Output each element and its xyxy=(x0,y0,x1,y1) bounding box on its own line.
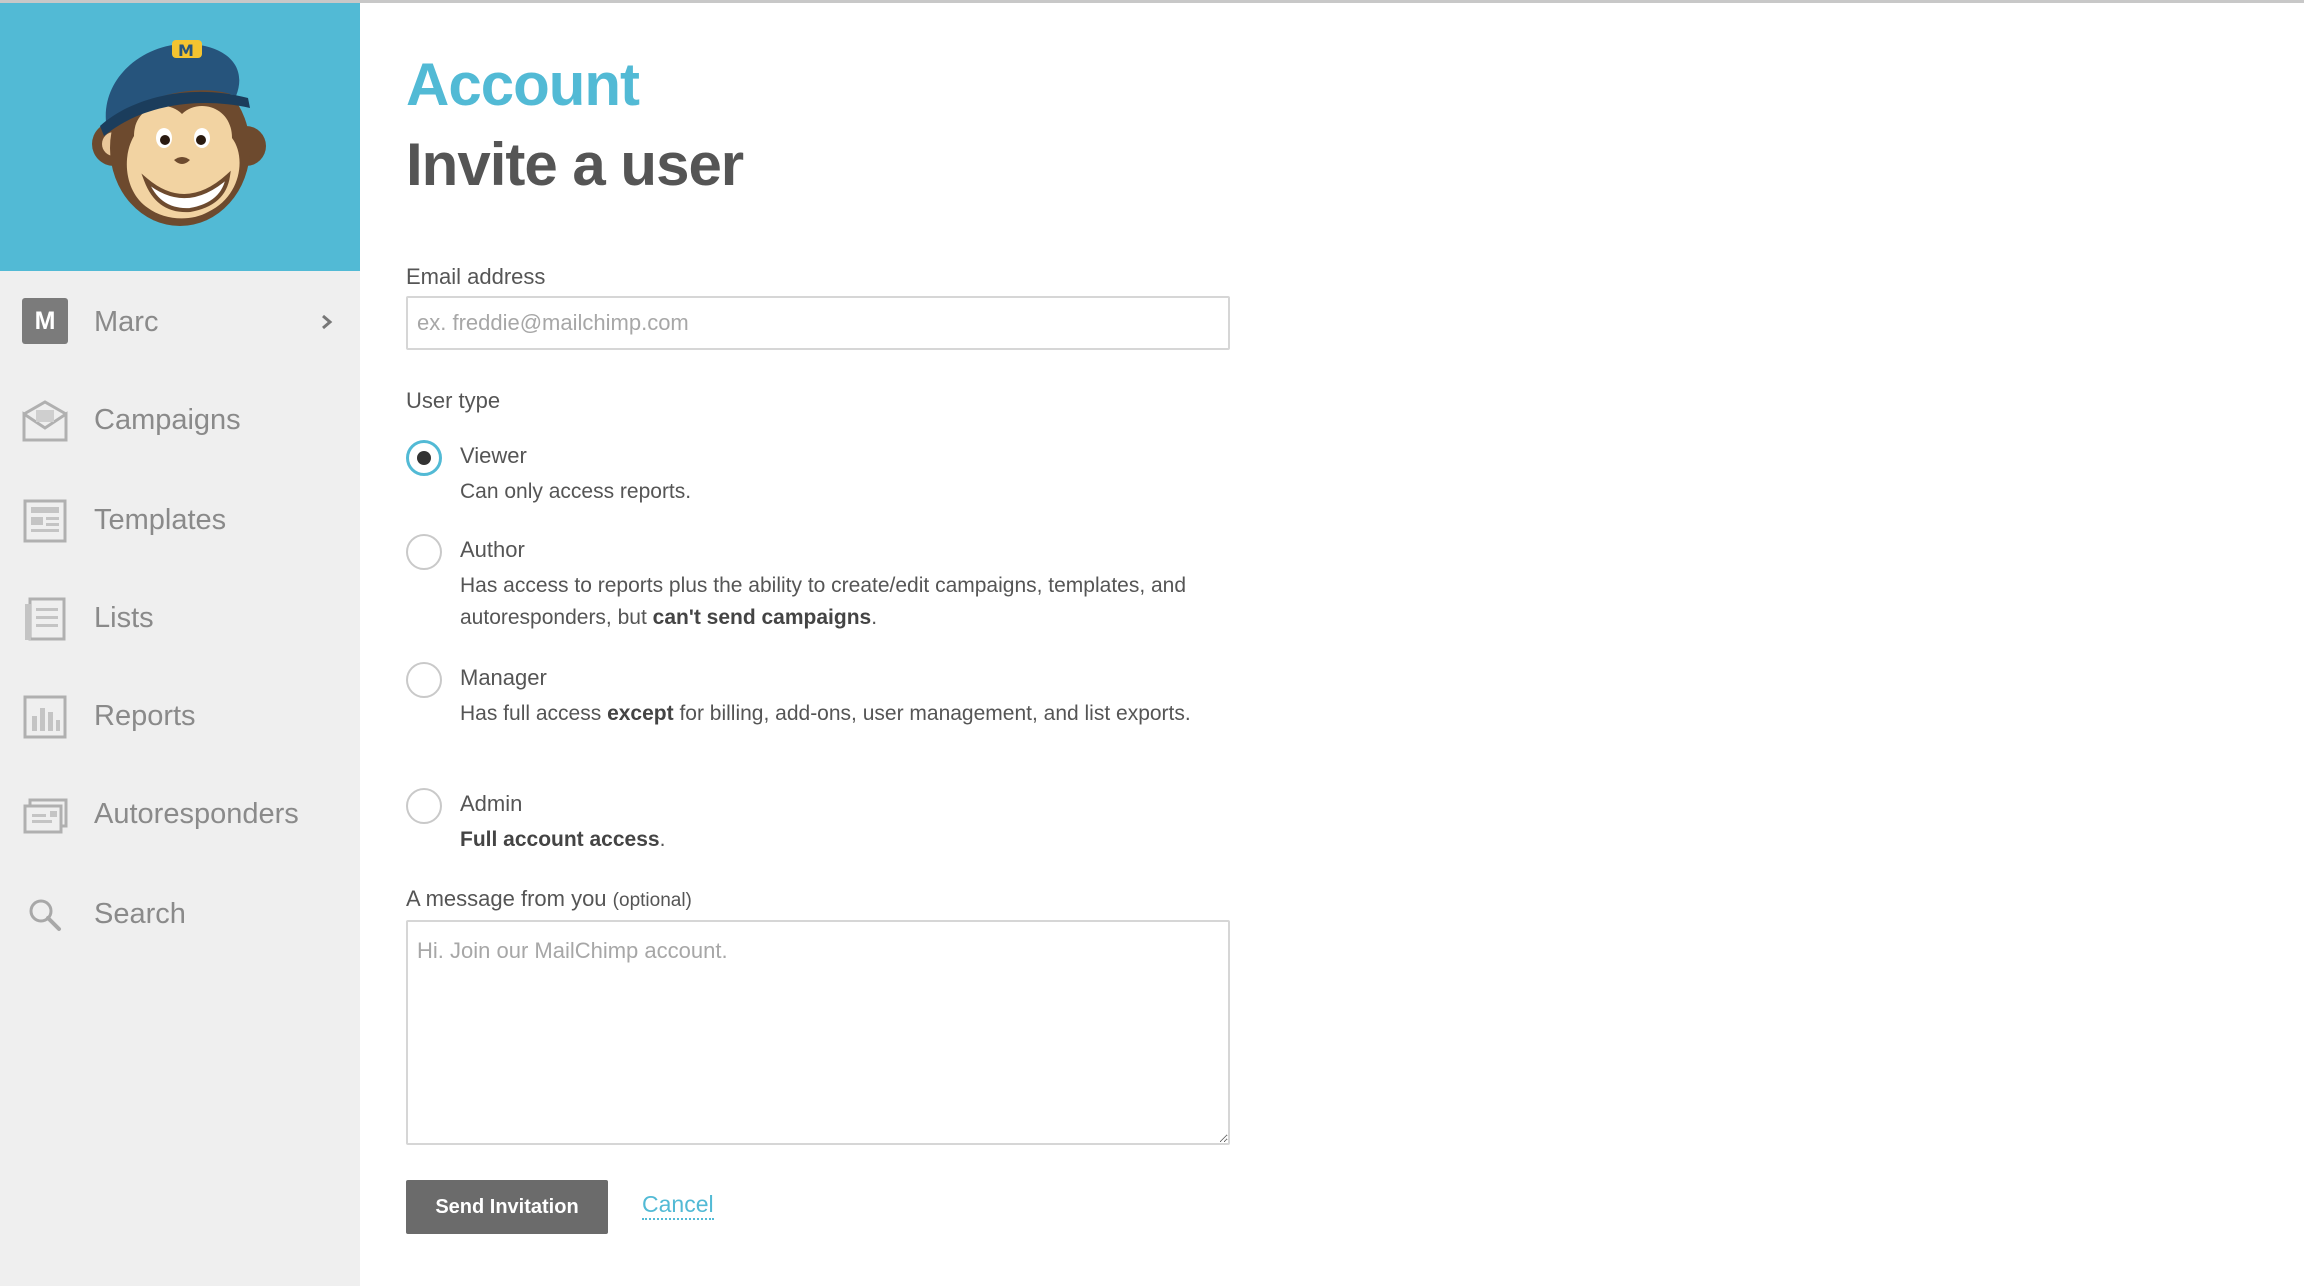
sidebar-item-label: Search xyxy=(94,898,186,930)
radio-manager[interactable] xyxy=(406,662,442,698)
radio-author[interactable] xyxy=(406,534,442,570)
top-border xyxy=(0,0,2304,3)
sidebar-item-search[interactable]: Search xyxy=(0,874,360,954)
radio-viewer-description: Can only access reports. xyxy=(460,480,692,503)
radio-viewer[interactable] xyxy=(406,440,442,476)
radio-admin[interactable] xyxy=(406,788,442,824)
logo-header[interactable]: M xyxy=(0,0,360,271)
message-field[interactable] xyxy=(406,920,1230,1145)
radio-viewer-label: Viewer xyxy=(460,443,527,468)
email-field[interactable] xyxy=(406,296,1230,350)
radio-admin-label: Admin xyxy=(460,791,523,816)
bar-chart-icon xyxy=(23,695,67,739)
radio-author-description: Has access to reports plus the ability t… xyxy=(460,574,1187,629)
user-menu[interactable]: M Marc xyxy=(0,282,360,362)
sidebar-item-label: Campaigns xyxy=(94,404,241,436)
svg-text:M: M xyxy=(178,41,194,60)
optional-hint: (optional) xyxy=(612,890,692,911)
user-name: Marc xyxy=(94,306,159,338)
radio-author-label: Author xyxy=(460,537,525,562)
sidebar: M M Marc Campaigns Templates Lists Repor… xyxy=(0,0,360,1286)
envelope-icon xyxy=(22,400,68,442)
radio-admin-description: Full account access. xyxy=(460,828,666,851)
sidebar-item-lists[interactable]: Lists xyxy=(0,578,360,658)
sidebar-item-templates[interactable]: Templates xyxy=(0,480,360,560)
sidebar-item-label: Reports xyxy=(94,700,196,732)
page-title: Invite a user xyxy=(406,131,744,198)
list-icon xyxy=(25,597,66,641)
sidebar-item-label: Lists xyxy=(94,602,154,634)
cancel-link[interactable]: Cancel xyxy=(642,1190,714,1220)
send-invitation-button[interactable]: Send Invitation xyxy=(406,1180,608,1234)
user-type-label: User type xyxy=(406,388,501,413)
sidebar-item-reports[interactable]: Reports xyxy=(0,676,360,756)
search-icon xyxy=(29,899,61,931)
radio-manager-description: Has full access except for billing, add-… xyxy=(460,702,1191,725)
sidebar-item-autoresponders[interactable]: Autoresponders xyxy=(0,774,360,854)
autoresponder-icon xyxy=(23,798,68,834)
sidebar-item-label: Templates xyxy=(94,504,227,536)
section-title: Account xyxy=(406,51,640,118)
freddie-logo-icon: M xyxy=(92,40,266,226)
email-label: Email address xyxy=(406,264,546,289)
message-label: A message from you (optional) xyxy=(406,886,692,911)
chevron-right-icon xyxy=(322,314,333,330)
sidebar-item-label: Autoresponders xyxy=(94,798,299,830)
avatar: M xyxy=(22,298,68,344)
template-icon xyxy=(23,499,67,543)
sidebar-item-campaigns[interactable]: Campaigns xyxy=(0,380,360,460)
radio-manager-label: Manager xyxy=(460,665,547,690)
